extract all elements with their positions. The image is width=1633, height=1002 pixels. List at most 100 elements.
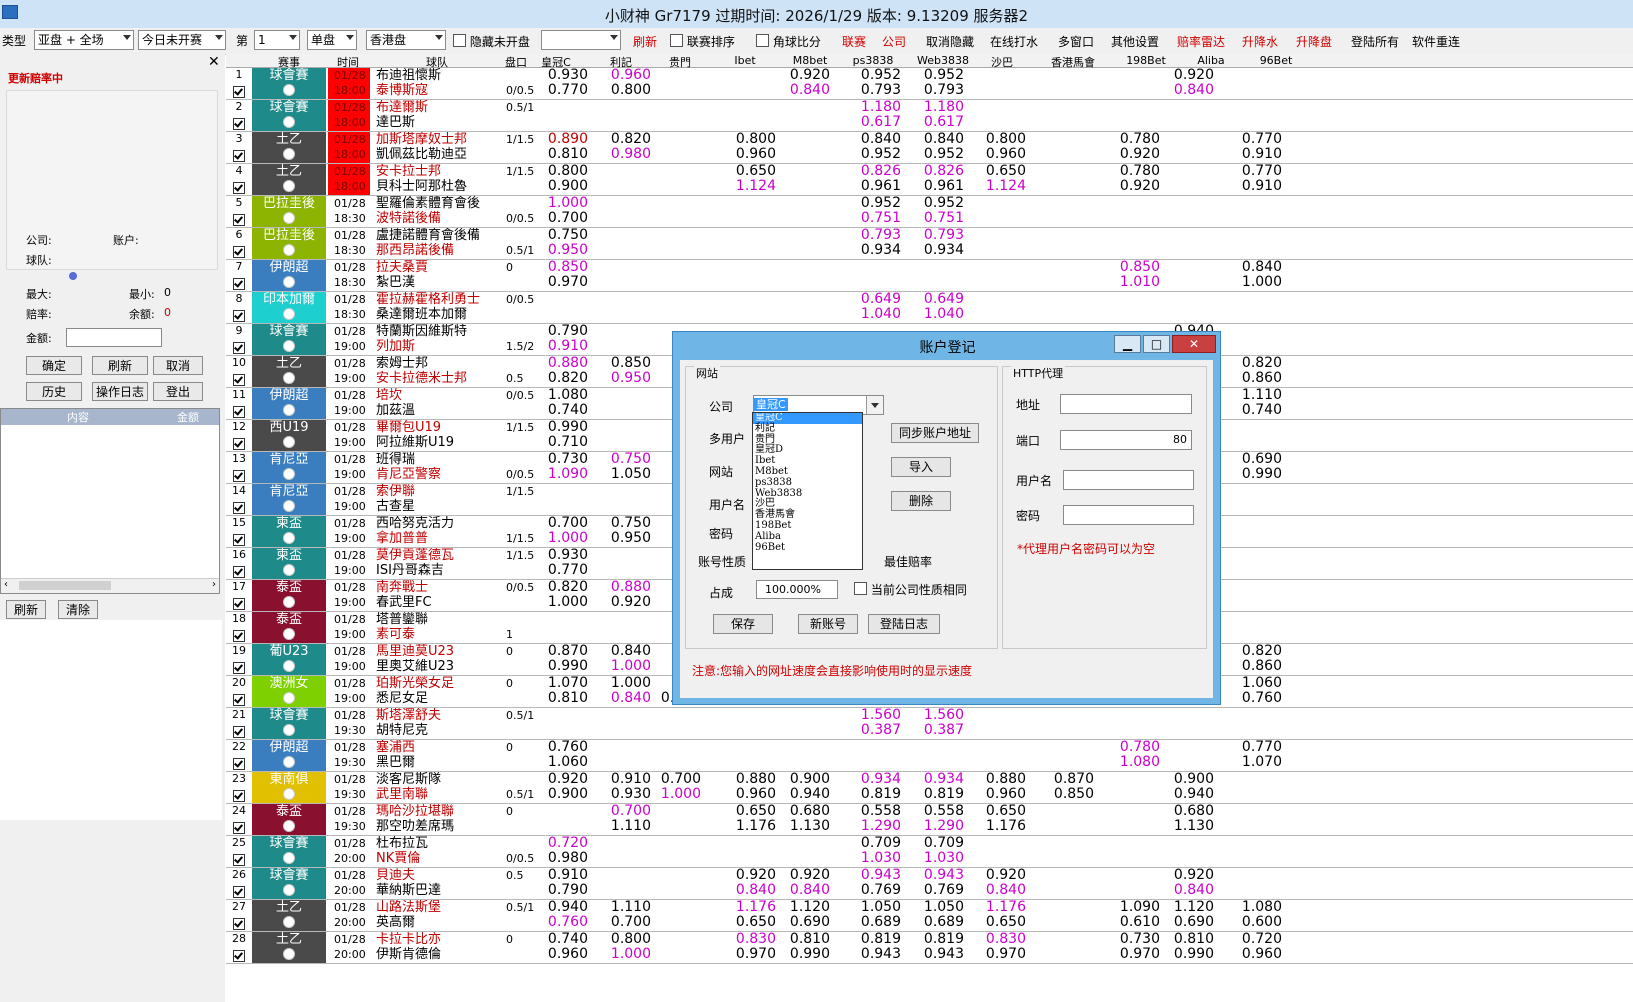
odds-cell[interactable] <box>595 612 651 627</box>
odds-top[interactable] <box>595 196 651 211</box>
odds-bottom[interactable]: 0.950 <box>532 243 588 258</box>
scroll-left-icon[interactable]: ‹ <box>4 579 8 590</box>
row-checkbox[interactable] <box>233 726 245 738</box>
odds-cell[interactable] <box>720 260 776 275</box>
odds-bottom[interactable]: 0.960 <box>1226 947 1282 962</box>
odds-top[interactable]: 0.870 <box>1038 772 1094 787</box>
odds-cell[interactable]: 0.770 1.070 <box>1226 740 1282 770</box>
odds-top[interactable]: 0.680 <box>774 804 830 819</box>
odds-top[interactable] <box>1226 612 1282 627</box>
odds-cell[interactable]: 0.819 0.943 <box>908 932 964 962</box>
odds-top[interactable]: 0.930 <box>532 68 588 83</box>
odds-cell[interactable]: 0.820 0.980 <box>595 132 651 162</box>
odds-top[interactable] <box>532 100 588 115</box>
odds-top[interactable]: 0.558 <box>908 804 964 819</box>
odds-bottom[interactable]: 0.740 <box>1226 403 1282 418</box>
row-checkbox[interactable] <box>233 950 245 962</box>
odds-cell[interactable] <box>1226 804 1282 819</box>
odds-top[interactable] <box>1038 900 1094 915</box>
teams-cell[interactable]: 拉夫桑賈 紮巴漢 <box>376 260 498 290</box>
odds-top[interactable]: 0.800 <box>595 932 651 947</box>
table-row[interactable]: 8 印本加爾 01/28 18:30 霍拉赫霍格利勇士 桑達爾班本加爾 0/0.5 0.649… <box>226 292 1633 324</box>
odds-top[interactable]: 0.880 <box>970 772 1026 787</box>
odds-bottom[interactable]: 0.751 <box>845 211 901 226</box>
odds-bottom[interactable]: 0.900 <box>532 787 588 802</box>
odds-cell[interactable]: 0.649 1.040 <box>845 292 901 322</box>
odds-top[interactable]: 0.650 <box>720 804 776 819</box>
odds-cell[interactable] <box>1158 260 1214 275</box>
odds-top[interactable] <box>532 708 588 723</box>
odds-top[interactable]: 0.700 <box>595 804 651 819</box>
odds-top[interactable]: 0.820 <box>1226 644 1282 659</box>
odds-cell[interactable]: 0.680 1.130 <box>774 804 830 834</box>
login-log-button[interactable]: 登陆日志 <box>868 614 940 634</box>
odds-cell[interactable]: 1.120 0.690 <box>774 900 830 930</box>
odds-cell[interactable] <box>645 836 701 851</box>
odds-top[interactable] <box>645 932 701 947</box>
odds-cell[interactable] <box>645 932 701 947</box>
odds-top[interactable] <box>1226 516 1282 531</box>
odds-cell[interactable] <box>532 708 588 723</box>
odds-bottom[interactable]: 0.920 <box>1104 147 1160 162</box>
odds-bottom[interactable]: 1.290 <box>845 819 901 834</box>
odds-top[interactable] <box>1226 420 1282 435</box>
odds-cell[interactable] <box>1104 292 1160 307</box>
odds-bottom[interactable]: 0.840 <box>774 83 830 98</box>
teams-cell[interactable]: 安卡拉士邦 貝科士阿那杜魯 <box>376 164 498 194</box>
odds-bottom[interactable]: 1.124 <box>970 179 1026 194</box>
blank-select[interactable] <box>541 30 621 50</box>
teams-cell[interactable]: 索姆士邦 安卡拉德米士邦 <box>376 356 498 386</box>
odds-top[interactable] <box>645 260 701 275</box>
odds-bottom[interactable]: 0.690 <box>774 915 830 930</box>
odds-cell[interactable] <box>774 708 830 723</box>
table-row[interactable]: 22 伊朗超 01/28 19:30 塞浦西 黑巴爾 0 0.760 1.060 0.780 1.0… <box>226 740 1633 772</box>
odds-bottom[interactable]: 1.030 <box>845 851 901 866</box>
odds-cell[interactable] <box>1104 868 1160 883</box>
odds-top[interactable] <box>532 612 588 627</box>
odds-cell[interactable]: 0.690 0.990 <box>1226 452 1282 482</box>
odds-top[interactable]: 1.110 <box>1226 388 1282 403</box>
odds-cell[interactable] <box>645 100 701 115</box>
odds-top[interactable] <box>1226 324 1282 339</box>
odds-top[interactable]: 0.910 <box>532 868 588 883</box>
odds-cell[interactable]: 0.558 1.290 <box>845 804 901 834</box>
odds-cell[interactable]: 0.770 0.910 <box>1226 164 1282 194</box>
column-header[interactable]: 96Bet <box>1246 54 1306 67</box>
odds-cell[interactable]: 0.890 0.810 <box>532 132 588 162</box>
odds-bottom[interactable]: 0.910 <box>1226 179 1282 194</box>
odds-cell[interactable]: 0.920 0.840 <box>720 868 776 898</box>
odds-bottom[interactable]: 0.960 <box>720 787 776 802</box>
odds-bottom[interactable]: 0.934 <box>908 243 964 258</box>
odds-bottom[interactable]: 0.617 <box>908 115 964 130</box>
odds-cell[interactable]: 0.750 0.950 <box>595 516 651 546</box>
odds-top[interactable]: 0.840 <box>595 644 651 659</box>
odds-cell[interactable]: 0.930 0.770 <box>532 548 588 578</box>
teams-cell[interactable]: 布迪祖懷斯 泰博斯寇 <box>376 68 498 98</box>
odds-top[interactable]: 1.176 <box>970 900 1026 915</box>
odds-cell[interactable] <box>1158 164 1214 179</box>
odds-bottom[interactable]: 0.650 <box>970 915 1026 930</box>
odds-top[interactable] <box>1038 228 1094 243</box>
odds-top[interactable] <box>1226 548 1282 563</box>
odds-cell[interactable]: 0.840 0.952 <box>908 132 964 162</box>
odds-cell[interactable]: 0.650 1.176 <box>720 804 776 834</box>
odds-cell[interactable] <box>774 228 830 243</box>
odds-top[interactable]: 0.720 <box>1226 932 1282 947</box>
row-checkbox[interactable] <box>233 246 245 258</box>
odds-top[interactable]: 0.760 <box>532 740 588 755</box>
odds-bottom[interactable]: 0.990 <box>774 947 830 962</box>
odds-cell[interactable] <box>774 100 830 115</box>
odds-cell[interactable]: 1.180 0.617 <box>908 100 964 130</box>
odds-cell[interactable]: 0.650 1.124 <box>720 164 776 194</box>
save-button[interactable]: 保存 <box>713 614 773 634</box>
odds-bottom[interactable]: 0.700 <box>595 915 651 930</box>
row-checkbox[interactable] <box>233 918 245 930</box>
odds-cell[interactable] <box>1038 868 1094 883</box>
odds-bottom[interactable]: 0.940 <box>774 787 830 802</box>
odds-bottom[interactable]: 0.793 <box>908 83 964 98</box>
odds-top[interactable]: 0.820 <box>532 580 588 595</box>
odds-bottom[interactable]: 0.961 <box>908 179 964 194</box>
league-cell[interactable]: 肯尼亞 <box>252 452 326 483</box>
odds-top[interactable]: 0.850 <box>595 356 651 371</box>
odds-cell[interactable] <box>1158 100 1214 115</box>
